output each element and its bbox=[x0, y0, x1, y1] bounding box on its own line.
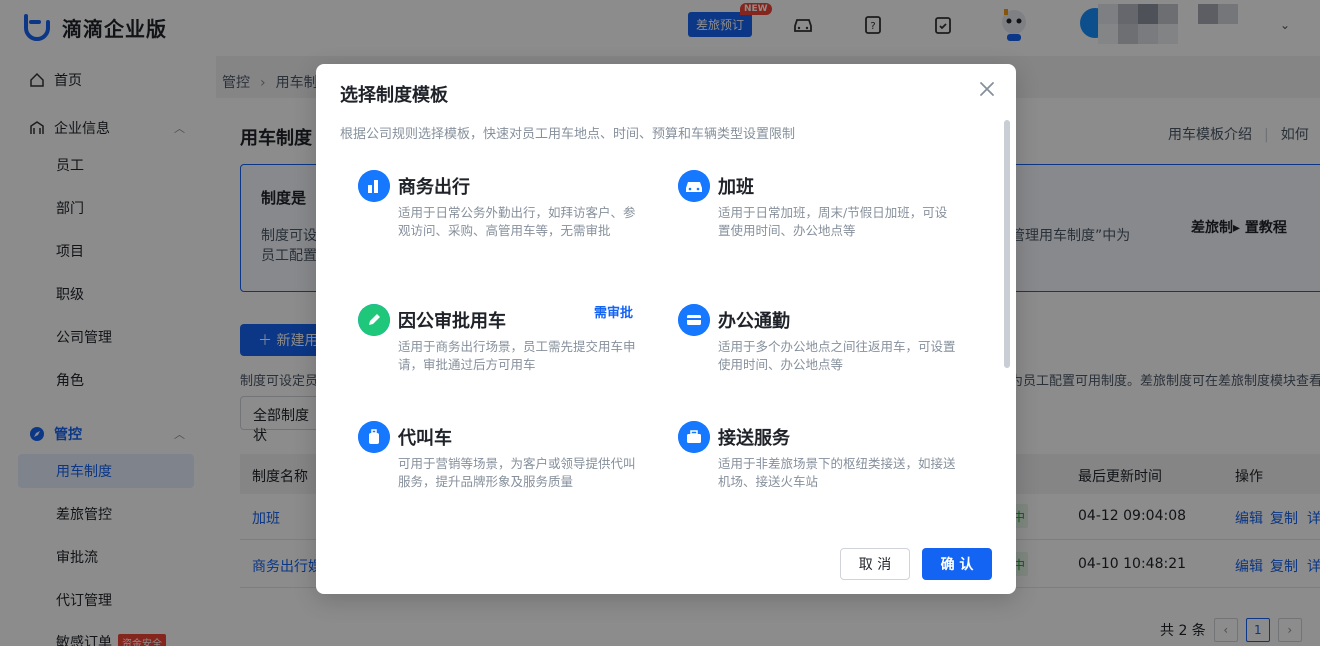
template-card-overtime[interactable]: 加班 适用于日常加班，周末/节假日加班，可设置使用时间、办公地点等 bbox=[678, 170, 968, 266]
briefcase-icon bbox=[678, 421, 710, 453]
luggage-icon bbox=[358, 421, 390, 453]
template-description: 适用于商务出行场景，员工需先提交用车申请，审批通过后方可用车 bbox=[398, 339, 636, 372]
template-card-business[interactable]: 商务出行 适用于日常公务外勤出行，如拜访客户、参观访问、采购、高管用车等，无需审… bbox=[358, 170, 648, 266]
template-description: 适用于日常加班，周末/节假日加班，可设置使用时间、办公地点等 bbox=[718, 205, 948, 238]
confirm-button[interactable]: 确 认 bbox=[922, 548, 992, 580]
template-select-dialog: 选择制度模板 根据公司规则选择模板，快速对员工用车地点、时间、预算和车辆类型设置… bbox=[316, 64, 1016, 594]
template-description: 适用于非差旅场景下的枢纽类接送，如接送机场、接送火车站 bbox=[718, 456, 956, 489]
dialog-scrollbar[interactable] bbox=[1004, 120, 1010, 368]
approval-required-tag: 需审批 bbox=[594, 306, 634, 321]
template-card-approval[interactable]: 因公审批用车 需审批 适用于商务出行场景，员工需先提交用车申请，审批通过后方可用… bbox=[358, 304, 648, 400]
dialog-title: 选择制度模板 bbox=[340, 85, 448, 106]
pencil-icon bbox=[358, 304, 390, 336]
close-icon[interactable] bbox=[976, 78, 998, 100]
dialog-subtitle: 根据公司规则选择模板，快速对员工用车地点、时间、预算和车辆类型设置限制 bbox=[340, 127, 796, 142]
template-card-shuttle[interactable]: 接送服务 适用于非差旅场景下的枢纽类接送，如接送机场、接送火车站 bbox=[678, 421, 968, 517]
template-name: 代叫车 bbox=[398, 428, 452, 449]
template-description: 可用于营销等场景，为客户或领导提供代叫服务，提升品牌形象及服务质量 bbox=[398, 456, 636, 489]
template-name: 商务出行 bbox=[398, 177, 470, 198]
template-name: 因公审批用车 bbox=[398, 311, 506, 332]
template-name: 加班 bbox=[718, 177, 754, 198]
template-description: 适用于日常公务外勤出行，如拜访客户、参观访问、采购、高管用车等，无需审批 bbox=[398, 205, 636, 238]
car-icon bbox=[678, 170, 710, 202]
template-name: 接送服务 bbox=[718, 428, 790, 449]
cancel-button[interactable]: 取 消 bbox=[840, 548, 910, 580]
card-icon bbox=[678, 304, 710, 336]
template-card-proxy-call[interactable]: 代叫车 可用于营销等场景，为客户或领导提供代叫服务，提升品牌形象及服务质量 bbox=[358, 421, 648, 517]
template-description: 适用于多个办公地点之间往返用车，可设置使用时间、办公地点等 bbox=[718, 339, 956, 372]
template-card-commute[interactable]: 办公通勤 适用于多个办公地点之间往返用车，可设置使用时间、办公地点等 bbox=[678, 304, 968, 400]
template-name: 办公通勤 bbox=[718, 311, 790, 332]
chart-icon bbox=[358, 170, 390, 202]
